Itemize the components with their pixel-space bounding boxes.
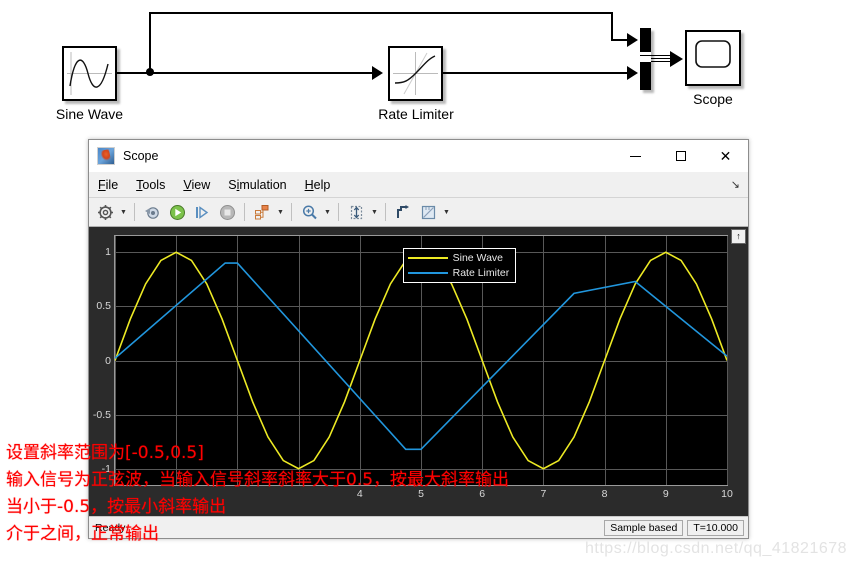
mux-port-divider <box>640 55 651 56</box>
block-label-scope: Scope <box>693 91 733 107</box>
x-axis-tick-label: 7 <box>540 488 547 500</box>
x-axis-tick-label: 10 <box>721 488 733 500</box>
annotation-line-1: 设置斜率范围为[-0.5,0.5] <box>6 443 204 463</box>
cursor-measurements-icon[interactable] <box>391 200 415 224</box>
wire-ratelimiter-to-mux <box>443 72 627 74</box>
stop-icon[interactable] <box>215 200 239 224</box>
menu-expand-icon[interactable]: ↘ <box>731 178 740 191</box>
minimize-button[interactable] <box>613 140 658 172</box>
matlab-icon <box>97 147 115 165</box>
block-rate-limiter[interactable] <box>388 46 443 101</box>
menu-file[interactable]: File <box>89 175 127 195</box>
minimize-icon <box>630 155 641 157</box>
wire-branch-down-to-mux <box>611 12 613 40</box>
wire-mux-to-scope-c <box>651 61 672 62</box>
mux-output-port <box>640 52 651 62</box>
configuration-properties-icon[interactable] <box>93 200 117 224</box>
toolbar-separator <box>338 203 339 221</box>
y-axis-tick-label: 0.5 <box>96 300 111 313</box>
toolbar-separator <box>291 203 292 221</box>
wire-branch-up <box>149 12 151 72</box>
x-axis-tick-label: 8 <box>601 488 608 500</box>
chart-legend[interactable]: Sine Wave Rate Limiter <box>402 248 517 283</box>
y-axis-tick-label: 1 <box>105 246 111 259</box>
chart-series-sine-wave <box>115 251 727 470</box>
gridline-vertical <box>727 236 728 485</box>
legend-label: Sine Wave <box>452 252 504 264</box>
watermark: https://blog.csdn.net/qq_41821678 <box>585 540 848 557</box>
menu-view[interactable]: View <box>174 175 219 195</box>
autoscale-caret-icon[interactable]: ▼ <box>369 201 380 223</box>
arrow-mux-input-1 <box>627 33 638 47</box>
wire-junction-to-ratelimiter <box>150 72 372 74</box>
wire-mux-to-scope-b <box>651 58 672 59</box>
screenshot-root: Sine Wave Rate Limiter Scope Scope ✕ Fil… <box>0 0 849 567</box>
annotation-line-2: 输入信号为正弦波，当输入信号斜率斜率大于0.5，按最大斜率输出 <box>6 470 510 490</box>
menu-help[interactable]: Help <box>296 175 340 195</box>
scope-menubar[interactable]: File Tools View Simulation Help ↘ <box>89 172 748 198</box>
plot-axes[interactable]: 4 5 6 7 8 9 10 1 0.5 0 -0.5 -1 Sine Wave Rate Limiter <box>93 235 733 500</box>
chart-series-rate-limiter <box>115 262 727 451</box>
update-diagram-icon[interactable] <box>140 200 164 224</box>
step-forward-icon[interactable] <box>190 200 214 224</box>
run-icon[interactable] <box>165 200 189 224</box>
arrow-mux-input-2 <box>627 66 638 80</box>
window-controls: ✕ <box>613 140 748 172</box>
signal-selector-caret-icon[interactable]: ▼ <box>275 201 286 223</box>
toolbar-separator <box>134 203 135 221</box>
configuration-properties-caret-icon[interactable]: ▼ <box>118 201 129 223</box>
y-axis-tick-label: 0 <box>105 354 111 367</box>
status-time: T=10.000 <box>687 519 744 536</box>
status-ready-label: Ready <box>95 521 126 534</box>
block-label-sine-wave: Sine Wave <box>55 106 124 122</box>
arrow-ratelimiter-input <box>372 66 383 80</box>
arrow-scope-input <box>670 51 683 67</box>
scope-window-title: Scope <box>123 149 159 163</box>
legend-item[interactable]: Rate Limiter <box>407 267 510 279</box>
close-button[interactable]: ✕ <box>703 140 748 172</box>
zoom-in-icon[interactable] <box>297 200 321 224</box>
annotation-line-4: 介于之间，正常输出 <box>6 524 159 544</box>
scope-statusbar: Ready Sample based T=10.000 <box>89 516 748 538</box>
plot-float-button[interactable]: ↑ <box>731 229 746 244</box>
scope-titlebar[interactable]: Scope ✕ <box>89 140 748 172</box>
legend-color-swatch <box>407 257 448 259</box>
wire-branch-top <box>149 12 613 14</box>
rate-limiter-icon <box>393 52 438 95</box>
y-axis-tick-label: -0.5 <box>92 408 111 421</box>
legend-color-swatch <box>407 272 448 274</box>
sine-wave-icon <box>67 52 112 95</box>
block-label-rate-limiter: Rate Limiter <box>378 106 454 122</box>
block-scope[interactable] <box>685 30 741 86</box>
maximize-icon <box>675 151 686 161</box>
annotation-line-3: 当小于-0.5，按最小斜率输出 <box>6 497 227 517</box>
status-sample-mode: Sample based <box>604 519 684 536</box>
simulink-canvas[interactable]: Sine Wave Rate Limiter Scope <box>0 0 849 140</box>
measurements-caret-icon[interactable]: ▼ <box>441 201 452 223</box>
wire-branch-to-mux-in1 <box>611 39 627 41</box>
toolbar-separator <box>385 203 386 221</box>
legend-label: Rate Limiter <box>452 267 510 279</box>
zoom-in-caret-icon[interactable]: ▼ <box>322 201 333 223</box>
scope-icon <box>695 40 731 68</box>
menu-simulation[interactable]: Simulation <box>219 175 295 195</box>
measurements-icon[interactable] <box>416 200 440 224</box>
menu-tools[interactable]: Tools <box>127 175 174 195</box>
block-sine-wave[interactable] <box>62 46 117 101</box>
x-axis-tick-label: 9 <box>662 488 669 500</box>
signal-selector-icon[interactable] <box>250 200 274 224</box>
close-icon: ✕ <box>719 148 732 164</box>
toolbar-separator <box>244 203 245 221</box>
wire-mux-to-scope-a <box>651 55 672 56</box>
legend-item[interactable]: Sine Wave <box>407 252 510 264</box>
maximize-button[interactable] <box>658 140 703 172</box>
scope-toolbar[interactable]: ▼ ▼ ▼ ▼ ▼ <box>89 198 748 227</box>
autoscale-icon[interactable] <box>344 200 368 224</box>
